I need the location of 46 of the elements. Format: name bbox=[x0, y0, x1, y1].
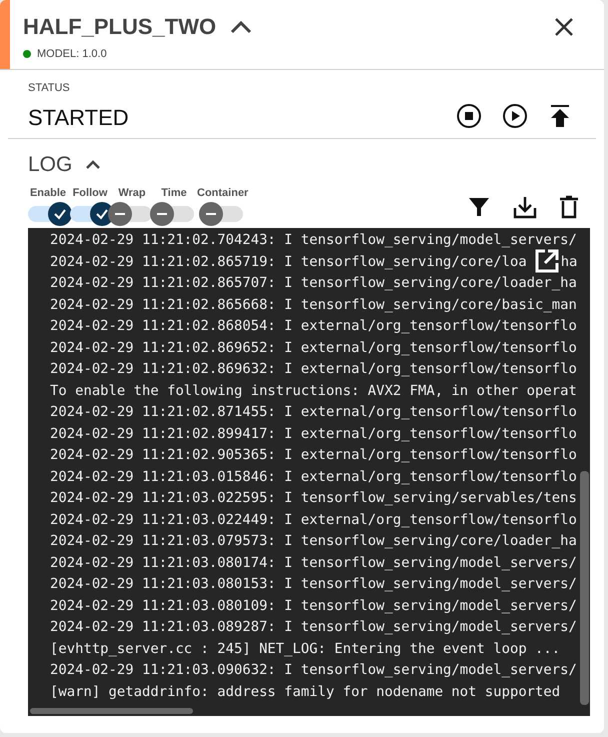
log-line: 2024-02-29 11:21:03.022449: I external/org_tensorflow/tensorflo bbox=[50, 510, 577, 530]
upload-button[interactable] bbox=[548, 103, 572, 129]
panel-title: HALF_PLUS_TWO bbox=[23, 14, 216, 40]
log-line: 2024-02-29 11:21:03.080109: I tensorflow_serving/model_servers/ bbox=[50, 596, 577, 616]
log-line: 2024-02-29 11:21:03.079573: I tensorflow_serving/core/loader_ha bbox=[50, 532, 577, 551]
toggle-label: Container bbox=[196, 186, 250, 200]
delete-button[interactable] bbox=[558, 194, 580, 220]
log-line: 2024-02-29 11:21:02.865668: I tensorflow_serving/core/basic_man bbox=[50, 296, 577, 314]
accent-bar bbox=[0, 0, 10, 69]
check-icon bbox=[53, 207, 67, 221]
toggle-label: Wrap bbox=[117, 186, 147, 200]
log-line: 2024-02-29 11:21:03.080153: I tensorflow_serving/model_servers/ bbox=[50, 575, 577, 594]
toggle-label: Follow bbox=[72, 186, 108, 200]
log-line: 2024-02-29 11:21:03.015846: I external/org_tensorflow/tensorflo bbox=[50, 468, 577, 486]
log-line: 2024-02-29 11:21:03.090632: I tensorflow_serving/model_servers/ bbox=[50, 661, 577, 680]
log-line: 2024-02-29 11:21:02.871455: I external/org_tensorflow/tensorflo bbox=[50, 403, 577, 422]
horizontal-scrollbar[interactable] bbox=[30, 708, 193, 714]
log-line: 2024-02-29 11:21:02.704243: I tensorflow_serving/model_servers/ bbox=[50, 231, 577, 250]
log-line: 2024-02-29 11:21:02.865707: I tensorflow_serving/core/loader_ha bbox=[50, 274, 577, 293]
log-line: 2024-02-29 11:21:02.905365: I external/org_tensorflow/tensorflo bbox=[50, 446, 577, 465]
log-title: LOG bbox=[28, 152, 72, 178]
log-line: To enable the following instructions: AVX2 FMA, in other operat bbox=[50, 382, 577, 400]
log-line: 2024-02-29 11:21:02.899417: I external/org_tensorflow/tensorflo bbox=[50, 424, 577, 444]
chevron-up-icon bbox=[85, 160, 102, 170]
toggle-label: Time bbox=[160, 186, 188, 200]
log-line: 2024-02-29 11:21:02.865719: I tensorflow_serving/core/loa bbox=[50, 252, 527, 272]
toggle-label: Enable bbox=[28, 186, 68, 200]
log-line: [warn] getaddrinfo: address family for nodename not supported bbox=[50, 682, 560, 702]
play-button[interactable] bbox=[502, 103, 528, 129]
log-line: 2024-02-29 11:21:03.022595: I tensorflow_serving/servables/tens bbox=[50, 489, 577, 508]
model-version: MODEL: 1.0.0 bbox=[37, 47, 107, 62]
status-value: STARTED bbox=[28, 104, 130, 132]
log-line: 2024-02-29 11:21:02.868054: I external/org_tensorflow/tensorflo bbox=[50, 317, 577, 336]
log-line: [evhttp_server.cc : 245] NET_LOG: Entering the event loop ... bbox=[50, 640, 560, 658]
log-line: 2024-02-29 11:21:03.080174: I tensorflow_serving/model_servers/ bbox=[50, 554, 577, 572]
log-line: 2024-02-29 11:21:03.089287: I tensorflow_serving/model_servers/ bbox=[50, 618, 577, 637]
open-external-icon[interactable] bbox=[533, 247, 561, 275]
download-button[interactable] bbox=[512, 194, 538, 220]
stop-button[interactable] bbox=[456, 103, 482, 129]
log-line: 2024-02-29 11:21:02.869632: I external/org_tensorflow/tensorflo bbox=[50, 360, 577, 379]
status-label: STATUS bbox=[28, 81, 71, 96]
vertical-scrollbar[interactable] bbox=[580, 471, 589, 705]
check-icon bbox=[95, 207, 109, 221]
log-line-fragment: ha bbox=[560, 252, 577, 272]
log-line: 2024-02-29 11:21:02.869652: I external/org_tensorflow/tensorflo bbox=[50, 338, 577, 358]
chevron-up-icon bbox=[230, 20, 252, 34]
